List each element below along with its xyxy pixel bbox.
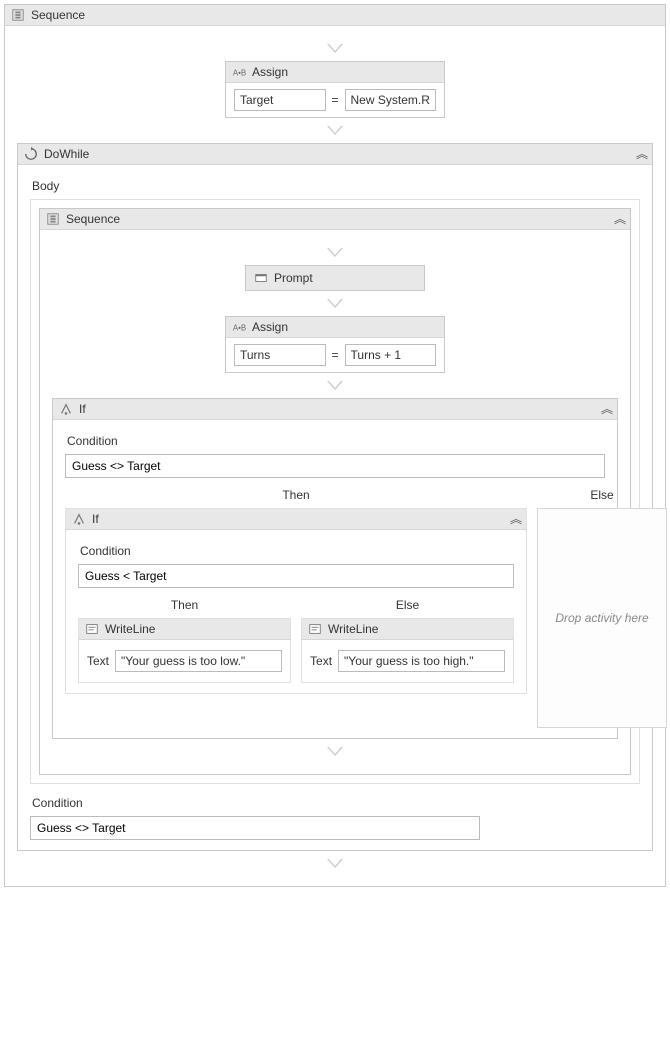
writeline-body: Text [302,640,513,682]
then-label: Then [65,484,527,508]
assign-icon: A•B [232,320,246,334]
nested-if-title: If [92,512,504,526]
inner-sequence-header[interactable]: Sequence ︽ [40,209,630,230]
assign-target-input[interactable] [234,344,326,366]
connector-arrow[interactable] [52,291,618,316]
drop-activity-zone[interactable]: Drop activity here [537,508,667,728]
writeline-text-input[interactable] [115,650,282,672]
then-panel: If ︽ Condition [65,508,527,694]
else-label: Else [537,484,667,508]
dowhile-body: Body Sequence ︽ [18,165,652,850]
collapse-icon[interactable]: ︽ [601,406,611,412]
connector-arrow[interactable] [17,118,653,143]
else-panel: WriteLine Text [301,618,514,683]
assign-value-input[interactable] [345,344,437,366]
nested-if-activity[interactable]: If ︽ Condition [66,509,526,693]
body-panel: Sequence ︽ Prompt [30,199,640,784]
text-label: Text [87,654,109,668]
writeline-body: Text [79,640,290,682]
condition-input[interactable] [65,454,605,478]
inner-sequence-title: Sequence [66,212,608,226]
collapse-icon[interactable]: ︽ [614,216,624,222]
assign-activity[interactable]: A•B Assign = [225,316,445,373]
writeline-activity[interactable]: WriteLine Text [302,619,513,682]
text-label: Text [310,654,332,668]
assign-header[interactable]: A•B Assign [226,317,444,338]
dowhile-header[interactable]: DoWhile ︽ [18,144,652,165]
assign-equals: = [330,93,341,107]
svg-text:A•B: A•B [233,324,246,333]
assign-activity[interactable]: A•B Assign = [225,61,445,118]
prompt-title: Prompt [274,271,313,285]
writeline-title: WriteLine [105,622,284,636]
assign-equals: = [330,348,341,362]
if-body: Condition Then [53,420,617,738]
collapse-icon[interactable]: ︽ [510,516,520,522]
connector-arrow[interactable] [52,739,618,764]
assign-row: = [226,338,444,372]
assign-row: = [226,83,444,117]
sequence-title: Sequence [31,8,659,22]
nested-if-body: Condition Then [66,530,526,693]
sequence-activity[interactable]: Sequence A•B Assign = [4,4,666,887]
inner-sequence-body: Prompt A•B Assign [40,230,630,774]
dowhile-activity[interactable]: DoWhile ︽ Body Sequence ︽ [17,143,653,851]
connector-arrow[interactable] [52,373,618,398]
if-title: If [79,402,595,416]
else-label: Else [301,594,514,618]
writeline-icon [308,622,322,636]
connector-arrow[interactable] [52,240,618,265]
then-label: Then [78,594,291,618]
writeline-activity[interactable]: WriteLine Text [79,619,290,682]
writeline-icon [85,622,99,636]
assign-value-input[interactable] [345,89,437,111]
sequence-header[interactable]: Sequence [5,5,665,26]
drop-placeholder: Drop activity here [555,611,648,625]
assign-title: Assign [252,320,438,334]
assign-target-input[interactable] [234,89,326,111]
collapse-icon[interactable]: ︽ [636,151,646,157]
prompt-icon [254,271,268,285]
if-icon [72,512,86,526]
then-panel: WriteLine Text [78,618,291,683]
if-header[interactable]: If ︽ [53,399,617,420]
connector-arrow[interactable] [17,851,653,876]
sequence-icon [46,212,60,226]
nested-condition-input[interactable] [78,564,514,588]
connector-arrow[interactable] [17,36,653,61]
assign-header[interactable]: A•B Assign [226,62,444,83]
writeline-title: WriteLine [328,622,507,636]
prompt-activity[interactable]: Prompt [245,265,425,291]
dowhile-condition-input[interactable] [30,816,480,840]
condition-label: Condition [32,796,640,810]
assign-icon: A•B [232,65,246,79]
writeline-text-input[interactable] [338,650,505,672]
inner-sequence-activity[interactable]: Sequence ︽ Prompt [39,208,631,775]
sequence-body: A•B Assign = DoWhile ︽ Body [5,26,665,886]
nested-if-header[interactable]: If ︽ [66,509,526,530]
writeline-header[interactable]: WriteLine [302,619,513,640]
dowhile-title: DoWhile [44,147,630,161]
if-activity[interactable]: If ︽ Condition Then [52,398,618,739]
sequence-icon [11,8,25,22]
assign-title: Assign [252,65,438,79]
condition-label: Condition [80,544,514,558]
dowhile-icon [24,147,38,161]
if-icon [59,402,73,416]
writeline-header[interactable]: WriteLine [79,619,290,640]
body-label: Body [32,179,640,193]
svg-text:A•B: A•B [233,69,246,78]
condition-label: Condition [67,434,605,448]
